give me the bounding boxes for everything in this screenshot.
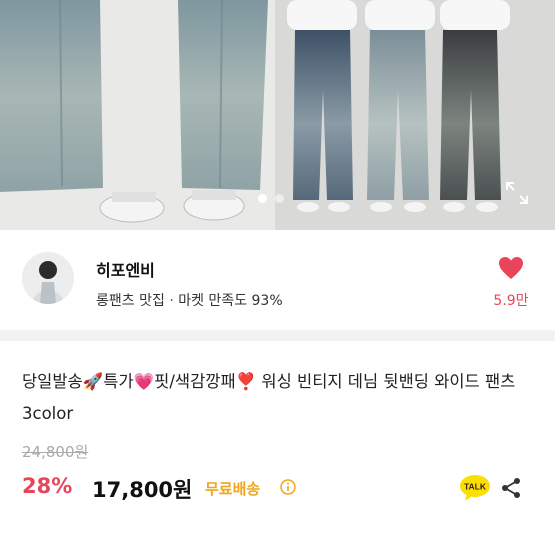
seller-tagline: 롱팬츠 맛집 (96, 293, 165, 309)
share-icon[interactable] (499, 476, 523, 500)
bottom-strip (0, 540, 555, 555)
info-icon[interactable] (280, 479, 296, 495)
seller-avatar[interactable] (22, 252, 74, 304)
section-divider (0, 330, 555, 341)
like-count: 5.9만 (493, 293, 529, 309)
carousel-dot-active[interactable] (258, 194, 267, 203)
seller-info[interactable]: 히포엔비 롱팬츠 맛집 · 마켓 만족도 93% 5.9만 (0, 240, 555, 328)
separator-dot: · (169, 293, 179, 309)
seller-name[interactable]: 히포엔비 (96, 257, 155, 281)
expand-icon[interactable] (502, 178, 532, 208)
seller-rating: 마켓 만족도 93% (178, 293, 283, 309)
carousel-dot[interactable] (275, 194, 284, 203)
heart-icon[interactable] (498, 256, 524, 280)
carousel-indicator (258, 194, 284, 203)
product-image-closeup (0, 0, 275, 230)
product-title: 당일발송🚀특가💗핏/색감깡패❣️ 워싱 빈티지 데님 뒷밴딩 와이드 팬츠 3c… (22, 372, 516, 423)
price-row: 28% 17,800원 무료배송 TALK (22, 474, 537, 504)
product-image-carousel[interactable] (0, 0, 555, 230)
kakao-talk-icon: TALK (464, 482, 487, 492)
like-button[interactable]: 5.9만 (484, 256, 538, 310)
discount-rate: 28% (22, 474, 73, 498)
seller-subtitle: 롱팬츠 맛집 · 마켓 만족도 93% (96, 290, 283, 310)
original-price: 24,800원 (22, 443, 89, 461)
sale-price: 17,800원 (92, 478, 193, 502)
kakao-talk-button[interactable]: TALK (459, 474, 491, 502)
free-shipping-badge: 무료배송 (205, 480, 261, 498)
